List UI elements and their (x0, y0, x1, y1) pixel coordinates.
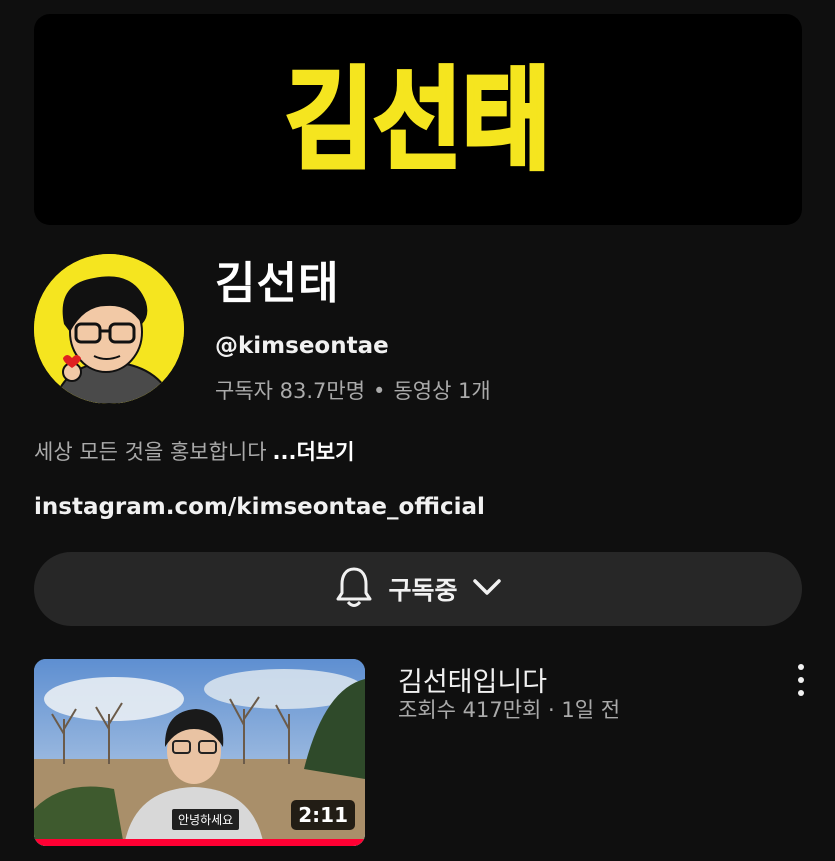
chevron-down-icon (472, 577, 502, 601)
video-duration: 2:11 (291, 800, 355, 830)
channel-external-link[interactable]: instagram.com/kimseontae_official (34, 494, 485, 520)
more-options-icon[interactable] (789, 664, 813, 696)
description-text: 세상 모든 것을 홍보합니다 (34, 440, 267, 464)
subscriber-count: 구독자 83.7만명 (215, 379, 366, 403)
channel-banner: 김선태 (34, 14, 802, 225)
video-caption: 안녕하세요 (172, 809, 240, 830)
channel-description[interactable]: 세상 모든 것을 홍보합니다 ...더보기 (34, 436, 354, 466)
more-link[interactable]: ...더보기 (273, 440, 355, 464)
channel-handle: @kimseontae (215, 333, 389, 359)
subscribed-button[interactable]: 구독중 (34, 552, 802, 626)
banner-logo: 김선태 (283, 52, 553, 187)
video-thumbnail[interactable]: 안녕하세요 2:11 (34, 659, 365, 846)
watch-progress-bar (34, 839, 365, 846)
channel-name: 김선태 (215, 258, 340, 309)
subscribed-label: 구독중 (388, 576, 458, 605)
channel-stats: 구독자 83.7만명 • 동영상 1개 (215, 375, 491, 405)
video-meta: 조회수 417만회 · 1일 전 (398, 698, 621, 722)
stats-separator: • (373, 379, 386, 403)
banner-logo-text: 김선태 (286, 57, 551, 185)
bell-icon (334, 565, 374, 613)
channel-avatar[interactable] (34, 254, 184, 404)
video-count: 동영상 1개 (393, 379, 491, 403)
